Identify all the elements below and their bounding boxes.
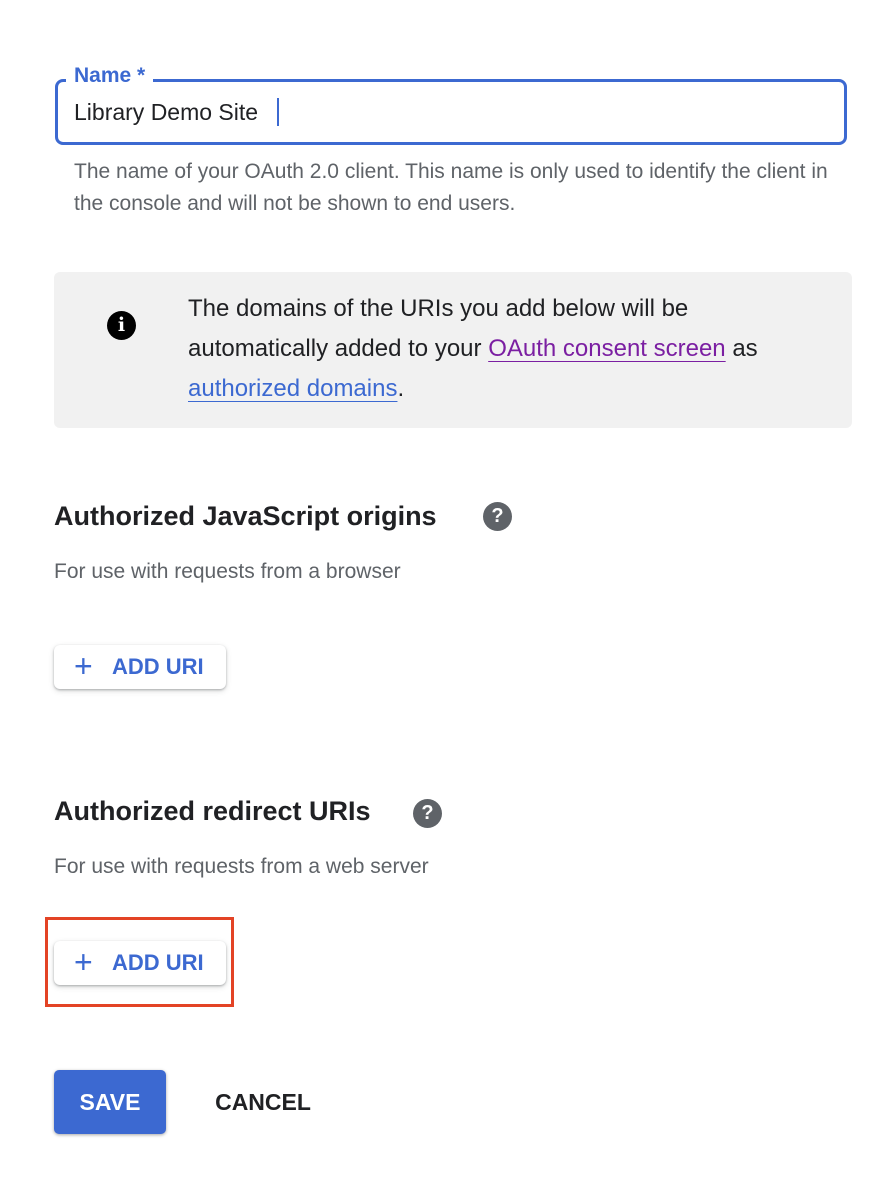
redirect-uris-add-uri-button[interactable]: + ADD URI (54, 941, 226, 985)
js-origins-add-uri-button[interactable]: + ADD URI (54, 645, 226, 689)
oauth-consent-screen-link[interactable]: OAuth consent screen (488, 335, 725, 362)
js-origins-description: For use with requests from a browser (54, 560, 401, 583)
redirect-uris-description: For use with requests from a web server (54, 855, 429, 878)
authorized-domains-link[interactable]: authorized domains (188, 375, 397, 402)
name-field-hint: The name of your OAuth 2.0 client. This … (74, 160, 828, 215)
js-origins-help-icon[interactable]: ? (483, 502, 512, 531)
save-button[interactable]: SAVE (54, 1070, 166, 1134)
name-field-label: Name * (66, 62, 154, 90)
plus-icon: + (74, 648, 93, 684)
name-field[interactable] (55, 79, 847, 145)
info-text: The domains of the URIs you add below wi… (188, 289, 828, 409)
info-text-after: . (397, 375, 405, 402)
redirect-uris-help-icon[interactable]: ? (413, 799, 442, 828)
redirect-uris-title: Authorized redirect URIs (54, 796, 371, 826)
text-cursor (277, 98, 279, 126)
cancel-button[interactable]: CANCEL (196, 1070, 330, 1134)
add-uri-label: ADD URI (112, 654, 204, 679)
info-icon: i (107, 311, 136, 340)
js-origins-title: Authorized JavaScript origins (54, 501, 437, 531)
name-input[interactable] (74, 94, 814, 130)
add-uri-label: ADD URI (112, 950, 204, 975)
plus-icon: + (74, 944, 93, 980)
info-text-middle: as (725, 335, 758, 362)
